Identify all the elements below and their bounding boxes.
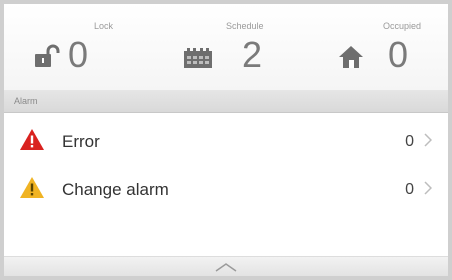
error-count: 0 <box>405 133 414 150</box>
change-alarm-label: Change alarm <box>62 180 169 199</box>
alarm-section-header: Alarm <box>4 90 448 113</box>
alarm-section-title: Alarm <box>14 96 38 106</box>
expand-handle-bar[interactable] <box>4 256 448 276</box>
calendar-icon <box>184 48 212 73</box>
alarm-row-error[interactable]: Error 0 <box>4 118 448 164</box>
schedule-label: Schedule <box>226 21 264 31</box>
occupied-label: Occupied <box>383 21 422 31</box>
occupied-count: 0 <box>388 34 409 75</box>
home-icon <box>338 45 364 74</box>
caution-warning-icon <box>20 177 44 203</box>
error-warning-icon <box>20 129 44 155</box>
chevron-right-icon <box>424 133 433 152</box>
error-label: Error <box>62 132 100 151</box>
status-summary-bar: Lock 0 Schedule 2 Occupied 0 <box>4 4 448 91</box>
change-alarm-count: 0 <box>405 181 414 198</box>
occupied-status[interactable]: Occupied 0 <box>338 4 448 90</box>
alarm-row-change-alarm[interactable]: Change alarm 0 <box>4 166 448 212</box>
chevron-up-icon[interactable] <box>215 259 237 276</box>
padlock-icon <box>34 44 60 73</box>
schedule-count: 2 <box>242 34 263 75</box>
home-panel: Lock 0 Schedule 2 Occupied 0 Alarm Error… <box>4 4 448 276</box>
schedule-status[interactable]: Schedule 2 <box>184 4 294 90</box>
lock-label: Lock <box>94 21 114 31</box>
lock-count: 0 <box>68 34 89 75</box>
chevron-right-icon <box>424 181 433 200</box>
lock-status[interactable]: Lock 0 <box>34 4 144 90</box>
